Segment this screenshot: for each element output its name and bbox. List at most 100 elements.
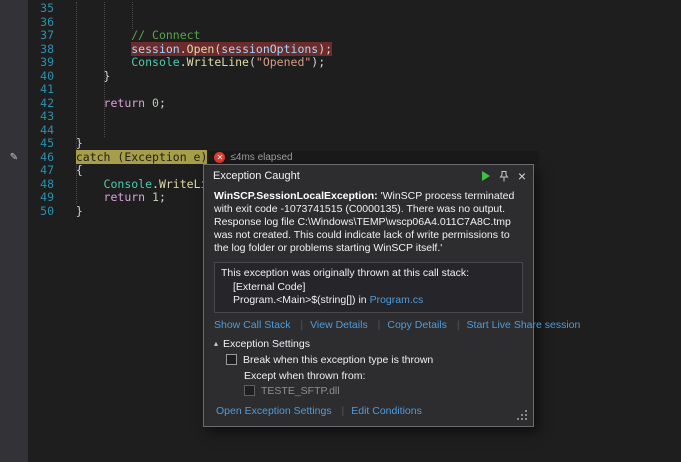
breakpoint-gutter[interactable] <box>0 191 28 205</box>
code-line[interactable]: 40 } <box>0 70 681 84</box>
code-token: session <box>131 42 179 56</box>
code-text[interactable] <box>62 110 681 124</box>
code-token: Console <box>104 177 152 191</box>
line-number[interactable]: 35 <box>28 2 54 16</box>
code-line[interactable]: 37 // Connect <box>0 29 681 43</box>
code-token: // Connect <box>131 28 200 42</box>
breakpoint-gutter[interactable] <box>0 56 28 70</box>
code-token: ); <box>318 42 332 56</box>
code-line[interactable]: 39 Console.WriteLine("Opened"); <box>0 56 681 70</box>
code-text[interactable]: // Connect <box>62 29 681 43</box>
module-checkbox-row[interactable]: TESTE_SFTP.dll <box>244 385 523 397</box>
exception-message: WinSCP.SessionLocalException: 'WinSCP pr… <box>214 190 523 255</box>
line-number[interactable]: 44 <box>28 124 54 138</box>
breakpoint-gutter[interactable] <box>0 178 28 192</box>
exception-settings-header[interactable]: ▴ Exception Settings <box>214 338 523 350</box>
code-token: { <box>76 163 83 177</box>
program-cs-link[interactable]: Program.cs <box>370 294 424 306</box>
code-line[interactable]: 36 <box>0 16 681 30</box>
code-text[interactable] <box>62 124 681 138</box>
breakpoint-gutter[interactable] <box>0 124 28 138</box>
edit-conditions-link[interactable]: Edit Conditions <box>335 405 422 417</box>
callstack-frame-main: Program.<Main>$(string[]) in Program.cs <box>221 294 516 308</box>
code-line[interactable]: 44 <box>0 124 681 138</box>
line-number[interactable]: 41 <box>28 83 54 97</box>
line-number[interactable]: 48 <box>28 178 54 192</box>
perftip[interactable]: ✕≤4ms elapsed <box>209 151 539 165</box>
code-line[interactable]: 45 } <box>0 137 681 151</box>
code-token: Open <box>187 42 215 56</box>
code-token: ( <box>249 55 256 69</box>
code-line[interactable]: 41 <box>0 83 681 97</box>
edit-pencil-icon[interactable]: ✎ <box>0 151 28 165</box>
code-token: . <box>180 42 187 56</box>
code-token: Console <box>131 55 179 69</box>
pin-icon[interactable] <box>499 170 509 182</box>
code-text[interactable]: Console.WriteLine("Opened"); <box>62 56 681 70</box>
close-icon[interactable]: × <box>518 171 526 182</box>
code-text[interactable]: catch (Exception e)✕≤4ms elapsed <box>62 151 681 165</box>
code-line[interactable]: 42 return 0; <box>0 97 681 111</box>
open-exception-settings-link[interactable]: Open Exception Settings <box>216 405 332 417</box>
except-when-thrown-label: Except when thrown from: <box>244 370 523 382</box>
line-number[interactable]: 43 <box>28 110 54 124</box>
breakpoint-gutter[interactable] <box>0 43 28 57</box>
start-live-share-link[interactable]: Start Live Share session <box>450 319 581 331</box>
line-number[interactable]: 39 <box>28 56 54 70</box>
line-number[interactable]: 45 <box>28 137 54 151</box>
break-checkbox[interactable] <box>226 354 237 365</box>
code-token: . <box>180 55 187 69</box>
line-number[interactable]: 42 <box>28 97 54 111</box>
code-text[interactable] <box>62 83 681 97</box>
popup-title-icons: × <box>482 170 526 182</box>
popup-title-bar[interactable]: Exception Caught × <box>204 165 533 185</box>
breakpoint-gutter[interactable] <box>0 97 28 111</box>
code-text[interactable]: } <box>62 137 681 151</box>
line-number[interactable]: 40 <box>28 70 54 84</box>
breakpoint-gutter[interactable] <box>0 164 28 178</box>
line-number[interactable]: 49 <box>28 191 54 205</box>
code-line[interactable]: ✎46 catch (Exception e)✕≤4ms elapsed <box>0 151 681 165</box>
breakpoint-gutter[interactable] <box>0 29 28 43</box>
callstack-box: This exception was originally thrown at … <box>214 262 523 313</box>
break-checkbox-row[interactable]: Break when this exception type is thrown <box>226 354 523 366</box>
breakpoint-gutter[interactable] <box>0 16 28 30</box>
breakpoint-gutter[interactable] <box>0 137 28 151</box>
code-text[interactable]: return 0; <box>62 97 681 111</box>
breakpoint-gutter[interactable] <box>0 205 28 219</box>
view-details-link[interactable]: View Details <box>293 319 367 331</box>
code-token: return <box>104 190 146 204</box>
code-token: ; <box>159 190 166 204</box>
code-text[interactable]: session.Open(sessionOptions); <box>62 43 681 57</box>
code-line[interactable]: 43 <box>0 110 681 124</box>
resize-grip[interactable] <box>525 410 527 412</box>
code-token: WriteLine <box>187 55 249 69</box>
exception-icon: ✕ <box>214 152 225 163</box>
code-text[interactable] <box>62 2 681 16</box>
collapse-triangle-icon: ▴ <box>214 339 218 349</box>
code-token: sessionOptions <box>221 42 318 56</box>
line-number[interactable]: 37 <box>28 29 54 43</box>
code-token <box>145 96 152 110</box>
line-number[interactable]: 47 <box>28 164 54 178</box>
show-call-stack-link[interactable]: Show Call Stack <box>214 319 290 331</box>
code-token: catch (Exception e) <box>76 150 208 164</box>
code-text[interactable]: } <box>62 70 681 84</box>
breakpoint-gutter[interactable] <box>0 70 28 84</box>
copy-details-link[interactable]: Copy Details <box>371 319 447 331</box>
line-number[interactable]: 46 <box>28 151 54 165</box>
module-checkbox[interactable] <box>244 385 255 396</box>
code-text[interactable] <box>62 16 681 30</box>
breakpoint-gutter[interactable] <box>0 2 28 16</box>
popup-title: Exception Caught <box>213 170 482 182</box>
breakpoint-gutter[interactable] <box>0 83 28 97</box>
callstack-frame-external: [External Code] <box>221 281 516 295</box>
code-line[interactable]: 38 session.Open(sessionOptions); <box>0 43 681 57</box>
line-number[interactable]: 36 <box>28 16 54 30</box>
line-number[interactable]: 50 <box>28 205 54 219</box>
breakpoint-gutter[interactable] <box>0 110 28 124</box>
line-number[interactable]: 38 <box>28 43 54 57</box>
code-line[interactable]: 35 <box>0 2 681 16</box>
continue-icon[interactable] <box>482 171 490 181</box>
code-token <box>145 190 152 204</box>
